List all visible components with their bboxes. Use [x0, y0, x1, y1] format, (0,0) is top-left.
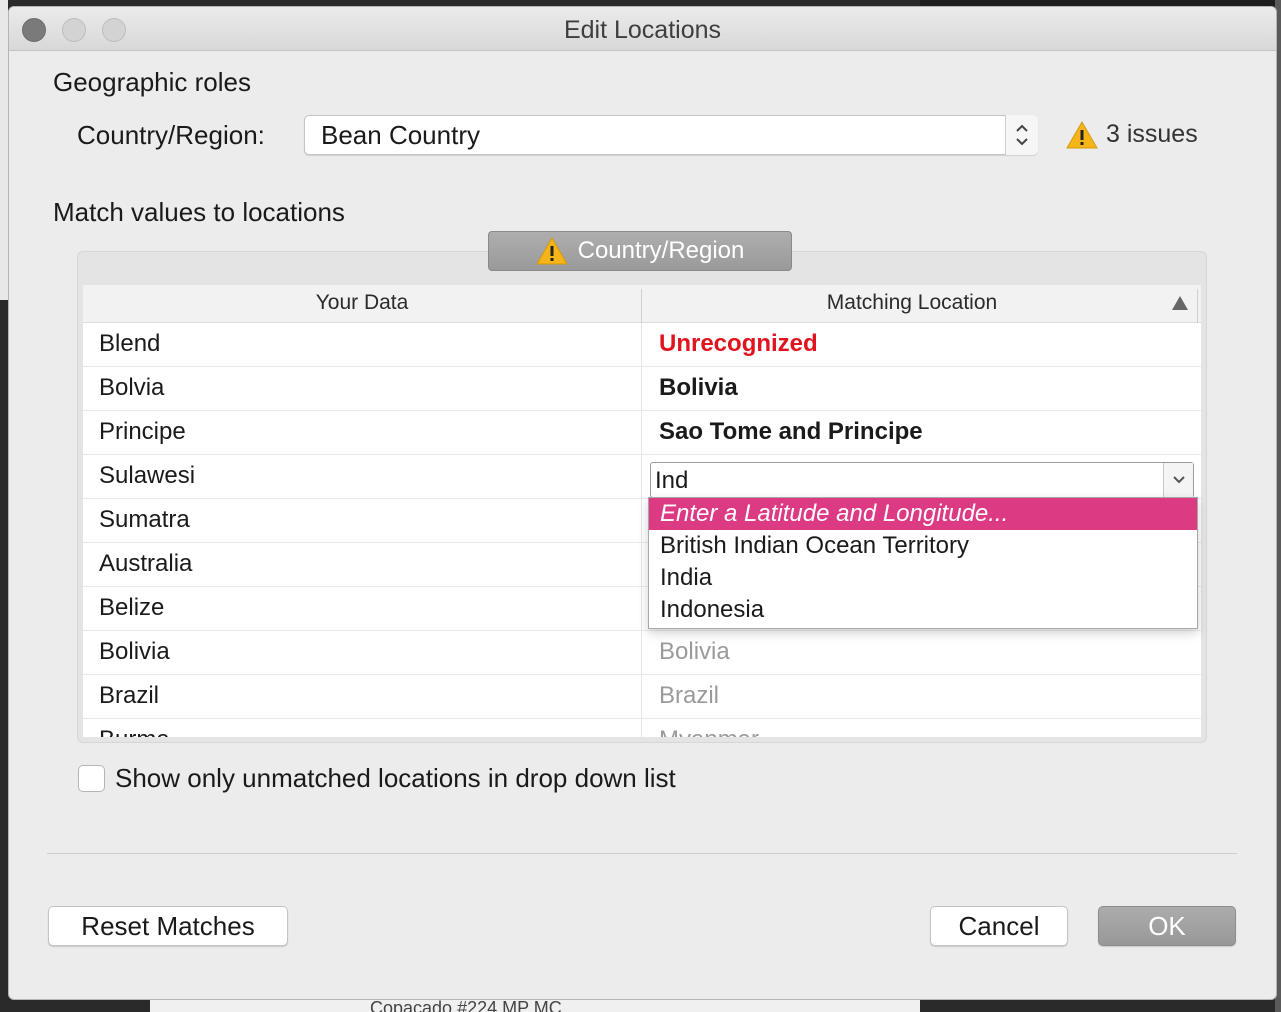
field-select-value: Bean Country [321, 120, 480, 150]
your-data-cell: Bolivia [99, 638, 170, 665]
geographic-roles-heading: Geographic roles [53, 67, 251, 97]
dropdown-option[interactable]: India [649, 562, 1197, 594]
cell-divider [641, 675, 642, 719]
role-label: Country/Region: [77, 120, 265, 150]
edit-locations-dialog: Edit Locations Geographic roles Country/… [8, 6, 1277, 1000]
match-values-heading: Match values to locations [53, 197, 345, 227]
dropdown-option[interactable]: Indonesia [649, 594, 1197, 626]
dropdown-option-lat-long[interactable]: Enter a Latitude and Longitude... [649, 498, 1197, 530]
table-row[interactable]: Principe Sao Tome and Principe [83, 411, 1201, 455]
cell-divider [641, 323, 642, 367]
cancel-button[interactable]: Cancel [930, 906, 1068, 946]
your-data-cell: Australia [99, 550, 193, 577]
unmatched-only-option[interactable]: Show only unmatched locations in drop do… [78, 763, 676, 794]
cell-divider [641, 411, 642, 455]
divider [47, 853, 1237, 854]
table-row[interactable]: Bolivia Bolivia [83, 631, 1201, 675]
cell-divider [641, 587, 642, 631]
table-row[interactable]: Blend Unrecognized [83, 323, 1201, 367]
field-select[interactable]: Bean Country [304, 115, 1038, 155]
unmatched-only-checkbox[interactable] [78, 765, 105, 792]
warning-icon [535, 237, 568, 265]
your-data-cell: Sumatra [99, 506, 190, 533]
matching-location-cell[interactable]: Bolivia [659, 638, 730, 666]
window-title: Edit Locations [563, 16, 722, 44]
warning-icon [1066, 120, 1098, 148]
cell-divider [641, 543, 642, 587]
background-app-edge [0, 0, 8, 300]
your-data-cell: Principe [99, 418, 186, 445]
table-row[interactable]: Brazil Brazil [83, 675, 1201, 719]
cell-divider [641, 719, 642, 737]
location-combo-value[interactable]: Ind [655, 467, 688, 495]
your-data-cell: Burma [99, 726, 170, 737]
matching-location-cell[interactable]: Sao Tome and Principe [659, 418, 923, 446]
unmatched-only-label[interactable]: Show only unmatched locations in drop do… [115, 763, 676, 794]
your-data-cell: Bolvia [99, 374, 165, 401]
background-app-text: Copacado #224 MP MC [370, 998, 562, 1012]
cell-divider [641, 367, 642, 411]
your-data-cell: Blend [99, 330, 161, 357]
matching-location-cell[interactable]: Brazil [659, 682, 719, 710]
matching-location-cell[interactable]: Myanmar [659, 726, 759, 737]
column-divider [1197, 289, 1198, 323]
column-header-matching-location[interactable]: Matching Location [642, 291, 1182, 315]
ok-button[interactable]: OK [1098, 906, 1236, 946]
your-data-cell: Brazil [99, 682, 160, 709]
cell-divider [641, 455, 642, 499]
location-dropdown: Enter a Latitude and Longitude... Britis… [648, 497, 1198, 629]
matching-location-cell[interactable]: Bolivia [659, 374, 738, 402]
table-row[interactable]: Burma Myanmar [83, 719, 1201, 737]
dropdown-option[interactable]: British Indian Ocean Territory [649, 530, 1197, 562]
location-combo-box[interactable]: Ind [650, 462, 1194, 498]
sort-ascending-icon[interactable] [1171, 295, 1189, 311]
stepper-icon[interactable] [1005, 115, 1038, 155]
cell-divider [641, 499, 642, 543]
your-data-cell: Belize [99, 594, 165, 621]
reset-matches-button[interactable]: Reset Matches [48, 906, 288, 946]
title-bar: Edit Locations [9, 7, 1276, 51]
table-header: Your Data Matching Location [83, 285, 1201, 323]
issues-indicator[interactable]: 3 issues [1066, 120, 1198, 149]
column-header-your-data[interactable]: Your Data [83, 291, 641, 315]
cell-divider [641, 631, 642, 675]
role-tab-label: Country/Region [577, 237, 745, 264]
chevron-down-icon[interactable] [1163, 463, 1193, 497]
your-data-cell: Sulawesi [99, 462, 196, 489]
matching-location-cell[interactable]: Unrecognized [659, 330, 818, 358]
table-row[interactable]: Bolvia Bolivia [83, 367, 1201, 411]
role-tab[interactable]: Country/Region [488, 231, 792, 271]
issues-count: 3 issues [1106, 120, 1198, 148]
